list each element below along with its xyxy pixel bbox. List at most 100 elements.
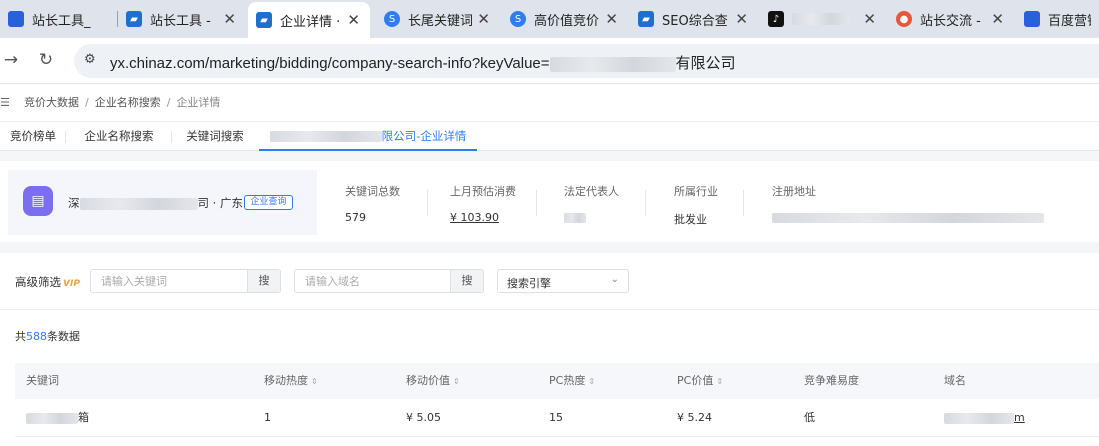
keyword-text: 箱 (78, 411, 89, 424)
close-icon[interactable]: ✕ (477, 10, 490, 28)
url-text[interactable]: yx.chinaz.com/marketing/bidding/company-… (110, 52, 736, 73)
column-header: 关键词 (26, 363, 59, 399)
tab-company-search[interactable]: 企业名称搜索 (66, 122, 172, 151)
browser-tab-strip: 🐾 站长工具_ ▰ 站长工具 - ✕ ▰ 企业详情 · ✕ S 长尾关键词 ✕ … (0, 0, 1099, 38)
chinaz-icon: ▰ (256, 12, 272, 28)
total-prefix: 共 (15, 330, 26, 343)
header-label: PC价值 (677, 374, 714, 387)
tab-title: 百度营销 - (1048, 13, 1091, 29)
mobile-value-cell: ¥ 5.05 (406, 411, 441, 424)
stat-registered-address: 注册地址 (772, 183, 1044, 224)
chevron-down-icon: ⌄ (610, 274, 619, 285)
stat-label: 关键词总数 (345, 185, 400, 198)
tab-title: 站长交流 - (920, 13, 981, 29)
breadcrumb: ☰ 竞价大数据 / 企业名称搜索 / 企业详情 (0, 92, 220, 112)
column-header-sortable[interactable]: PC热度 ⇕ (549, 363, 595, 399)
stat-value (564, 211, 619, 224)
pc-value-cell: ¥ 5.24 (677, 411, 712, 424)
section-gap (0, 242, 1099, 253)
stat-label: 法定代表人 (564, 185, 619, 198)
tab-keyword-search[interactable]: 关键词搜索 (172, 122, 258, 151)
mobile-heat-cell: 1 (264, 411, 271, 424)
domain-link[interactable]: m (944, 399, 1025, 437)
domain-search-box: 搜 (294, 269, 484, 293)
total-number: 588 (26, 330, 47, 343)
tab-title: 站长工具_ (32, 13, 91, 29)
breadcrumb-item[interactable]: 竞价大数据 (24, 94, 79, 110)
close-icon[interactable]: ✕ (347, 11, 360, 29)
stat-legal-representative: 法定代表人 (564, 183, 619, 224)
advanced-filter-label: 高级筛选 VIP (15, 274, 80, 290)
chinaz-icon: ▰ (638, 11, 654, 27)
reload-icon[interactable]: ↻ (35, 49, 57, 71)
tab-title: 长尾关键词 (408, 13, 474, 29)
close-icon[interactable]: ✕ (735, 10, 748, 28)
browser-tab[interactable]: ▰ 站长工具 - ✕ (118, 0, 246, 38)
keyword-search-input[interactable] (91, 270, 248, 292)
domain-text: m (1014, 411, 1025, 424)
divider (0, 309, 1099, 310)
company-query-button[interactable]: 企业查询 (244, 195, 293, 210)
tab-company-detail[interactable]: 限公司-企业详情 (259, 122, 477, 151)
stat-value[interactable]: ¥ 103.90 (450, 211, 516, 224)
close-icon[interactable]: ✕ (991, 10, 1004, 28)
stat-value: 579 (345, 211, 366, 224)
browser-tab[interactable]: 🐾 站长工具_ (0, 0, 118, 38)
browser-tab[interactable]: ● 站长交流 - ✕ (888, 0, 1014, 38)
tab-title: SEO综合查 (662, 13, 728, 29)
difficulty-cell: 低 (804, 411, 815, 424)
paw-icon: 🐾 (8, 11, 24, 27)
search-engine-select[interactable]: 搜索引擎 ⌄ (497, 269, 629, 293)
company-name-suffix: 司 · 广东 (197, 196, 243, 210)
stat-divider (645, 190, 646, 216)
forward-arrow-icon[interactable]: → (0, 49, 22, 71)
redacted-text (269, 131, 382, 142)
filter-label-text: 高级筛选 (15, 275, 61, 289)
header-label: PC热度 (549, 374, 586, 387)
close-icon[interactable]: ✕ (223, 10, 236, 28)
section-gap (0, 151, 1099, 161)
site-settings-icon[interactable]: ⚙ (84, 52, 96, 67)
tab-bidding-ranking[interactable]: 竞价榜单 (0, 122, 66, 151)
redacted-text (772, 213, 1044, 223)
keyword-cell: 箱 (26, 399, 89, 437)
column-header: 域名 (944, 363, 966, 399)
browser-tab-active[interactable]: ▰ 企业详情 · ✕ (248, 2, 370, 38)
url-prefix: yx.chinaz.com/marketing/bidding/company-… (110, 55, 550, 72)
close-icon[interactable]: ✕ (605, 10, 618, 28)
table-header: 关键词 移动热度 ⇕ 移动价值 ⇕ PC热度 ⇕ PC价值 ⇕ 竞争难易度 域名 (15, 363, 1099, 399)
stat-label: 注册地址 (772, 185, 816, 198)
domain-search-input[interactable] (295, 270, 451, 292)
breadcrumb-item[interactable]: 企业名称搜索 (95, 94, 161, 110)
breadcrumb-separator: / (166, 95, 171, 109)
stat-divider (536, 190, 537, 216)
total-suffix: 条数据 (47, 330, 80, 343)
url-input[interactable]: ⚙ yx.chinaz.com/marketing/bidding/compan… (74, 44, 1099, 78)
total-count: 共588条数据 (15, 328, 80, 344)
browser-tab[interactable]: ♪ ✕ (760, 0, 886, 38)
close-icon[interactable]: ✕ (863, 10, 876, 28)
menu-toggle-icon[interactable]: ☰ (0, 96, 14, 109)
url-suffix: 有限公司 (675, 55, 736, 72)
header-label: 竞争难易度 (804, 374, 859, 387)
tab-title: 站长工具 - (150, 13, 211, 29)
domain-search-button[interactable]: 搜 (450, 270, 483, 292)
browser-tab[interactable]: ▰ SEO综合查 ✕ (630, 0, 758, 38)
sort-icon[interactable]: ⇕ (453, 377, 460, 386)
company-card: ▤ 深 司 · 广东 企业查询 (8, 170, 317, 235)
sort-icon[interactable]: ⇕ (311, 377, 318, 386)
sort-icon[interactable]: ⇕ (716, 377, 723, 386)
keyword-search-button[interactable]: 搜 (247, 270, 280, 292)
tab-title: 企业详情 · (280, 14, 341, 30)
column-header-sortable[interactable]: 移动价值 ⇕ (406, 363, 460, 399)
browser-tab[interactable]: S 长尾关键词 ✕ (376, 0, 500, 38)
address-bar: → ↻ ⚙ yx.chinaz.com/marketing/bidding/co… (0, 38, 1099, 84)
keyword-search-box: 搜 (90, 269, 281, 293)
stat-industry: 所属行业 批发业 (674, 183, 718, 227)
column-header-sortable[interactable]: PC价值 ⇕ (677, 363, 723, 399)
browser-tab[interactable]: 🐾 百度营销 - (1016, 0, 1099, 38)
column-header-sortable[interactable]: 移动热度 ⇕ (264, 363, 318, 399)
browser-tab[interactable]: S 高价值竞价 ✕ (502, 0, 628, 38)
sort-icon[interactable]: ⇕ (588, 377, 595, 386)
table-row: 箱 1 ¥ 5.05 15 ¥ 5.24 低 m (15, 399, 1099, 437)
